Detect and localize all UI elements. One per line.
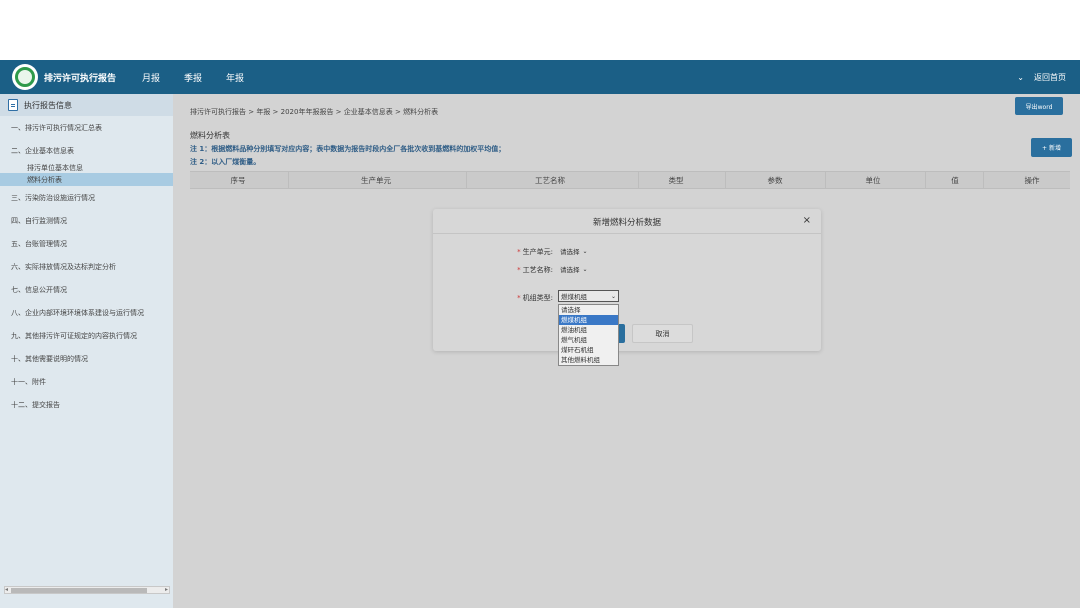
unit-type-label: * 机组类型: <box>517 294 553 302</box>
unit-type-dropdown-list: 请选择 燃煤机组 燃油机组 燃气机组 煤矸石机组 其他燃料机组 <box>558 304 619 366</box>
production-unit-select[interactable]: 请选择 ⌄ <box>558 245 588 257</box>
col-production-unit: 生产单元 <box>361 176 391 185</box>
dropdown-option[interactable]: 煤矸石机组 <box>559 345 618 355</box>
add-button[interactable]: + 新增 <box>1031 138 1072 157</box>
add-fuel-data-dialog: 新增燃料分析数据 × * 生产单元: 请选择 ⌄ * 工艺名称: 请选择 ⌄ * 机组类型… <box>433 209 821 366</box>
note-2: 注 2：以入厂煤衡量。 <box>190 158 261 166</box>
chevron-down-icon[interactable]: ⌄ <box>1017 73 1024 82</box>
col-action: 操作 <box>1024 176 1040 185</box>
logo-icon <box>12 64 38 90</box>
sidebar-item-summary[interactable]: 一、排污许可执行情况汇总表 <box>0 116 173 139</box>
chevron-down-icon: ⌄ <box>610 292 616 300</box>
breadcrumb: 排污许可执行报告 > 年报 > 2020年年报报告 > 企业基本信息表 > 燃料… <box>190 108 439 116</box>
dropdown-option[interactable]: 请选择 <box>559 305 618 315</box>
table-header: 序号 生产单元 工艺名称 类型 参数 单位 值 操作 <box>190 171 1070 189</box>
sidebar-item-env-system[interactable]: 八、企业内部环境环境体系建设与运行情况 <box>0 301 173 324</box>
process-name-label: * 工艺名称: <box>517 266 553 274</box>
nav-monthly[interactable]: 月报 <box>142 71 160 84</box>
sidebar-header[interactable]: 执行报告信息 <box>0 94 173 116</box>
close-icon[interactable]: × <box>803 215 811 226</box>
export-word-button[interactable]: 导出word <box>1015 97 1063 115</box>
sidebar-item-other-permit[interactable]: 九、其他排污许可证规定的内容执行情况 <box>0 324 173 347</box>
sidebar-item-emission-analysis[interactable]: 六、实际排放情况及达标判定分析 <box>0 255 173 278</box>
sidebar: 执行报告信息 一、排污许可执行情况汇总表 二、企业基本信息表 排污单位基本信息 … <box>0 94 173 608</box>
cancel-button[interactable]: 取消 <box>632 324 693 343</box>
nav-annual[interactable]: 年报 <box>226 71 244 84</box>
dropdown-option[interactable]: 其他燃料机组 <box>559 355 618 365</box>
note-1: 注 1：根据燃料品种分别填写对应内容；表中数据为报告时段内全厂各批次收到基燃料的… <box>190 145 506 153</box>
sidebar-item-company-info[interactable]: 二、企业基本信息表 <box>0 139 173 162</box>
col-type: 类型 <box>668 176 684 185</box>
sidebar-item-disclosure[interactable]: 七、信息公开情况 <box>0 278 173 301</box>
top-navbar: 排污许可执行报告 月报 季报 年报 ⌄ 返回首页 <box>0 60 1080 94</box>
col-unit: 单位 <box>865 176 881 185</box>
dialog-header: 新增燃料分析数据 × <box>433 209 821 234</box>
dropdown-option[interactable]: 燃气机组 <box>559 335 618 345</box>
sidebar-item-other-notes[interactable]: 十、其他需要说明的情况 <box>0 347 173 370</box>
production-unit-label: * 生产单元: <box>517 248 553 256</box>
sidebar-item-attachments[interactable]: 十一、附件 <box>0 370 173 393</box>
sidebar-scrollbar[interactable]: ◂ ▸ <box>4 586 170 594</box>
document-icon <box>8 99 18 111</box>
chevron-down-icon: ⌄ <box>582 247 588 255</box>
app-title: 排污许可执行报告 <box>44 73 117 84</box>
col-parameter: 参数 <box>767 176 783 185</box>
scrollbar-thumb[interactable] <box>11 588 147 593</box>
confirm-button[interactable] <box>619 324 625 343</box>
dropdown-option-selected[interactable]: 燃煤机组 <box>559 315 618 325</box>
process-name-select[interactable]: 请选择 ⌄ <box>558 263 588 275</box>
nav-quarterly[interactable]: 季报 <box>184 71 202 84</box>
chevron-down-icon: ⌄ <box>582 265 588 273</box>
scroll-left-icon[interactable]: ◂ <box>5 586 8 593</box>
sidebar-item-pollution-facilities[interactable]: 三、污染防治设施运行情况 <box>0 186 173 209</box>
col-seq: 序号 <box>230 176 246 185</box>
return-home-link[interactable]: 返回首页 <box>1034 72 1066 83</box>
dropdown-option[interactable]: 燃油机组 <box>559 325 618 335</box>
sidebar-header-label: 执行报告信息 <box>24 100 72 110</box>
sidebar-item-ledger[interactable]: 五、台账管理情况 <box>0 232 173 255</box>
page-title: 燃料分析表 <box>190 131 230 140</box>
col-value: 值 <box>951 176 959 185</box>
main-content: 排污许可执行报告 > 年报 > 2020年年报报告 > 企业基本信息表 > 燃料… <box>173 94 1080 608</box>
sidebar-subitem-fuel-analysis[interactable]: 燃料分析表 <box>0 173 173 186</box>
sidebar-subitem-unit-info[interactable]: 排污单位基本信息 <box>0 162 173 173</box>
dialog-title: 新增燃料分析数据 <box>592 218 661 228</box>
sidebar-item-self-monitoring[interactable]: 四、自行监测情况 <box>0 209 173 232</box>
sidebar-item-submit[interactable]: 十二、提交报告 <box>0 393 173 416</box>
scroll-right-icon[interactable]: ▸ <box>165 586 168 593</box>
col-process-name: 工艺名称 <box>535 176 565 185</box>
unit-type-select[interactable]: 燃煤机组 ⌄ <box>558 290 619 302</box>
